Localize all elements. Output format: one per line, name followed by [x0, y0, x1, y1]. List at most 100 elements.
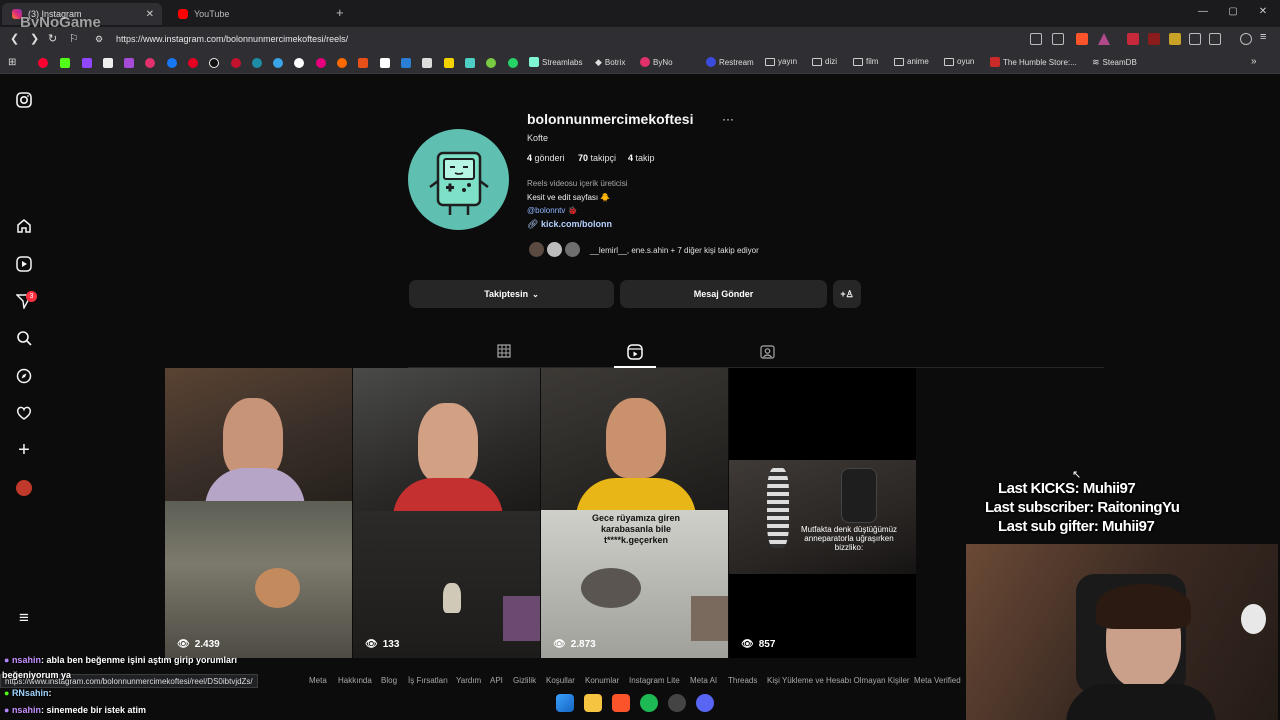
- bookmark-botrix[interactable]: ◆ Botrix: [595, 57, 625, 68]
- tagged-icon[interactable]: [759, 344, 775, 360]
- cast-icon[interactable]: [1030, 33, 1042, 45]
- bookmark-icon-13[interactable]: [294, 58, 304, 68]
- share-icon[interactable]: [1052, 33, 1064, 45]
- bookmark-icon-22[interactable]: [486, 58, 496, 68]
- footer-link[interactable]: Yardım: [456, 676, 481, 685]
- footer-link[interactable]: Threads: [728, 676, 757, 685]
- bookmark-folder-anime[interactable]: anime: [894, 57, 929, 66]
- following-button[interactable]: Takiptesin ⌄: [409, 280, 614, 308]
- bio-external-link[interactable]: 🔗︎ kick.com/bolonn: [527, 219, 612, 230]
- create-plus-icon[interactable]: +: [16, 440, 32, 460]
- profile-options-icon[interactable]: ···: [722, 112, 734, 126]
- bookmark-streamlabs[interactable]: Streamlabs: [529, 57, 582, 67]
- brave-rewards-icon[interactable]: [1098, 33, 1110, 45]
- file-explorer-icon[interactable]: [584, 694, 602, 712]
- apps-grid-icon[interactable]: ⊞: [8, 57, 16, 68]
- reels-icon[interactable]: [16, 256, 32, 272]
- bookmark-icon-21[interactable]: [465, 58, 475, 68]
- reel-thumbnail[interactable]: 👁︎ 2.439: [165, 368, 352, 658]
- pinterest-bookmark-icon[interactable]: [188, 58, 198, 68]
- bookmark-icon-15[interactable]: [337, 58, 347, 68]
- tab-youtube[interactable]: YouTube: [168, 3, 328, 25]
- bookmark-icon-19[interactable]: [422, 58, 432, 68]
- extension-red-icon[interactable]: [1148, 33, 1160, 45]
- obs-icon[interactable]: [668, 694, 686, 712]
- close-window-button[interactable]: ✕: [1248, 6, 1278, 17]
- bookmark-folder-dizi[interactable]: dizi: [812, 57, 837, 66]
- notifications-heart-icon[interactable]: [16, 405, 32, 421]
- youtube-bookmark-icon[interactable]: [38, 58, 48, 68]
- windows-start-icon[interactable]: [556, 694, 574, 712]
- instagram-logo-icon[interactable]: [16, 92, 32, 108]
- kick-bookmark-icon[interactable]: [60, 58, 70, 68]
- mutual-follower-avatar[interactable]: [563, 240, 582, 259]
- bookmark-folder-yayin[interactable]: yayın: [765, 57, 797, 66]
- mutual-follower-avatar[interactable]: [527, 240, 546, 259]
- bookmark-folder-film[interactable]: film: [853, 57, 878, 66]
- more-menu-icon[interactable]: ≡: [16, 609, 32, 626]
- reel-thumbnail[interactable]: Mutfakta denk düştüğümüz anneparatorla u…: [729, 368, 916, 658]
- bookmark-icon-16[interactable]: [358, 58, 368, 68]
- mutual-followers-text[interactable]: __lemirl__, ene.s.ahin + 7 diğer kişi ta…: [590, 246, 759, 255]
- footer-link[interactable]: API: [490, 676, 503, 685]
- message-button[interactable]: Mesaj Gönder: [620, 280, 827, 308]
- reel-thumbnail[interactable]: Gece rüyamıza giren karabasanla bile t**…: [541, 368, 728, 658]
- footer-link[interactable]: Koşullar: [546, 676, 575, 685]
- sidebar-toggle-icon[interactable]: [1209, 33, 1221, 45]
- footer-link[interactable]: Meta: [309, 676, 327, 685]
- explore-compass-icon[interactable]: [16, 368, 32, 384]
- site-settings-icon[interactable]: ⚙: [95, 34, 103, 45]
- amazon-bookmark-icon[interactable]: [380, 58, 390, 68]
- bookmark-steamdb[interactable]: ≋ SteamDB: [1092, 57, 1137, 68]
- bookmark-humble-store[interactable]: The Humble Store:...: [990, 57, 1077, 67]
- reel-thumbnail[interactable]: 👁︎ 133: [353, 368, 540, 658]
- x-bookmark-icon[interactable]: [103, 58, 113, 68]
- bookmark-byno[interactable]: ByNo: [640, 57, 673, 67]
- facebook-bookmark-icon[interactable]: [167, 58, 177, 68]
- home-icon[interactable]: [16, 218, 32, 234]
- bookmark-folder-oyun[interactable]: oyun: [944, 57, 974, 66]
- followers-count-stat[interactable]: 70 takipçi: [578, 153, 616, 163]
- extension-mail-icon[interactable]: [1127, 33, 1139, 45]
- brave-shield-icon[interactable]: [1076, 33, 1088, 45]
- tiktok-bookmark-icon[interactable]: [209, 58, 219, 68]
- profile-avatar[interactable]: [408, 129, 509, 230]
- bookmark-icon[interactable]: ⚐: [69, 32, 79, 45]
- new-tab-button[interactable]: +: [336, 5, 344, 20]
- minimize-button[interactable]: —: [1188, 6, 1218, 17]
- forward-arrow-icon[interactable]: ❯: [30, 32, 39, 45]
- bookmark-icon-18[interactable]: [401, 58, 411, 68]
- footer-link[interactable]: Konumlar: [585, 676, 619, 685]
- footer-link[interactable]: Blog: [381, 676, 397, 685]
- reload-icon[interactable]: ↻: [48, 32, 57, 45]
- brave-browser-icon[interactable]: [612, 694, 630, 712]
- footer-link[interactable]: Hakkında: [338, 676, 372, 685]
- footer-link[interactable]: Meta Verified: [914, 676, 961, 685]
- mutual-follower-avatar[interactable]: [545, 240, 564, 259]
- footer-link[interactable]: Kişi Yükleme ve Hesabı Olmayan Kişiler: [767, 676, 910, 685]
- footer-link[interactable]: İş Fırsatları: [408, 676, 448, 685]
- close-tab-icon[interactable]: ✕: [146, 9, 154, 20]
- back-arrow-icon[interactable]: ❮: [10, 32, 19, 45]
- following-count-stat[interactable]: 4 takip: [628, 153, 655, 163]
- bookmark-icon-10[interactable]: [231, 58, 241, 68]
- more-bookmarks-icon[interactable]: »: [1251, 56, 1257, 67]
- bookmark-icon-11[interactable]: [252, 58, 262, 68]
- whatsapp-bookmark-icon[interactable]: [508, 58, 518, 68]
- reels-tab-icon[interactable]: [627, 344, 643, 360]
- profile-avatar-icon[interactable]: [16, 480, 32, 496]
- extensions-puzzle-icon[interactable]: [1189, 33, 1201, 45]
- bookmark-icon-20[interactable]: [444, 58, 454, 68]
- bookmark-icon-14[interactable]: [316, 58, 326, 68]
- instagram-bookmark-icon[interactable]: [145, 58, 155, 68]
- suggest-people-icon[interactable]: +♙: [833, 280, 861, 308]
- menu-hamburger-icon[interactable]: ≡: [1260, 31, 1266, 43]
- leo-ai-icon[interactable]: [1240, 33, 1252, 45]
- bookmark-restream[interactable]: Restream: [706, 57, 754, 67]
- footer-link[interactable]: Meta AI: [690, 676, 717, 685]
- twitch-bookmark-icon[interactable]: [82, 58, 92, 68]
- search-icon[interactable]: [16, 330, 32, 346]
- discord-icon[interactable]: [696, 694, 714, 712]
- bookmark-icon-5[interactable]: [124, 58, 134, 68]
- spotify-icon[interactable]: [640, 694, 658, 712]
